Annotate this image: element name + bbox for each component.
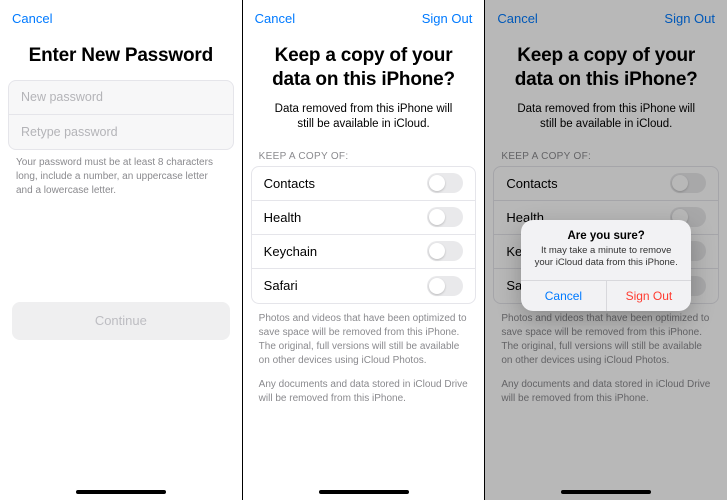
screen-keep-copy-alert: Cancel Sign Out Keep a copy of your data… <box>485 0 727 500</box>
home-indicator[interactable] <box>319 490 409 494</box>
page-title: Enter New Password <box>0 36 242 72</box>
home-indicator[interactable] <box>76 490 166 494</box>
option-keychain[interactable]: Keychain <box>252 235 476 269</box>
cancel-button[interactable]: Cancel <box>12 11 52 26</box>
sign-out-button[interactable]: Sign Out <box>422 11 473 26</box>
toggle[interactable] <box>427 173 463 193</box>
toggle[interactable] <box>427 207 463 227</box>
alert-message: It may take a minute to remove your iClo… <box>521 242 691 280</box>
option-label: Health <box>264 210 302 225</box>
retype-password-field[interactable]: Retype password <box>9 115 233 149</box>
password-input-group: New password Retype password <box>8 80 234 150</box>
option-safari[interactable]: Safari <box>252 269 476 303</box>
toggle[interactable] <box>427 241 463 261</box>
option-health[interactable]: Health <box>252 201 476 235</box>
alert-title: Are you sure? <box>521 220 691 242</box>
option-label: Keychain <box>264 244 317 259</box>
footnote-drive: Any documents and data stored in iCloud … <box>243 370 485 408</box>
section-header: KEEP A COPY OF: <box>243 145 485 166</box>
password-hint: Your password must be at least 8 charact… <box>0 150 242 204</box>
page-subtitle: Data removed from this iPhone will still… <box>243 96 485 145</box>
screen-keep-copy: Cancel Sign Out Keep a copy of your data… <box>243 0 485 500</box>
page-title: Keep a copy of your data on this iPhone? <box>243 36 485 96</box>
alert-buttons: Cancel Sign Out <box>521 280 691 311</box>
toggle[interactable] <box>427 276 463 296</box>
home-indicator[interactable] <box>561 490 651 494</box>
alert-signout-button[interactable]: Sign Out <box>606 281 692 311</box>
options-group: Contacts Health Keychain Safari <box>251 166 477 304</box>
option-label: Contacts <box>264 176 315 191</box>
new-password-field[interactable]: New password <box>9 81 233 115</box>
cancel-button[interactable]: Cancel <box>255 11 295 26</box>
alert-dialog: Are you sure? It may take a minute to re… <box>521 220 691 311</box>
footnote-photos: Photos and videos that have been optimiz… <box>243 304 485 370</box>
alert-cancel-button[interactable]: Cancel <box>521 281 606 311</box>
navbar: Cancel <box>0 0 242 36</box>
continue-button[interactable]: Continue <box>12 302 230 340</box>
option-label: Safari <box>264 278 298 293</box>
navbar: Cancel Sign Out <box>243 0 485 36</box>
option-contacts[interactable]: Contacts <box>252 167 476 201</box>
screen-enter-password: Cancel Enter New Password New password R… <box>0 0 242 500</box>
